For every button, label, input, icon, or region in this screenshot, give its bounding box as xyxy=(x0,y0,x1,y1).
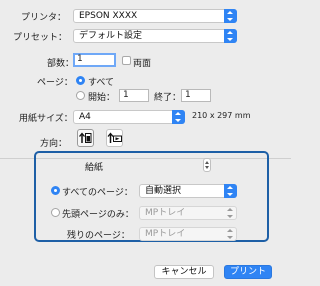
printer-select[interactable]: EPSON XXXX xyxy=(73,9,237,23)
orientation-portrait-button[interactable] xyxy=(77,129,94,147)
printer-value: EPSON XXXX xyxy=(79,11,138,21)
print-button[interactable]: プリント xyxy=(224,265,272,279)
feed-first-page-select[interactable]: MPトレイ xyxy=(139,206,237,220)
chevron-updown-icon xyxy=(224,184,237,198)
preset-value: デフォルト設定 xyxy=(79,31,143,41)
feed-first-page-radio[interactable] xyxy=(51,208,60,217)
feed-remaining-value: MPトレイ xyxy=(145,229,186,239)
paper-size-label: 用紙サイズ： xyxy=(19,114,73,124)
pages-range-radio[interactable] xyxy=(76,91,85,100)
copies-label: 部数： xyxy=(47,59,75,69)
pages-to-label: 終了： xyxy=(154,93,182,103)
chevron-updown-icon xyxy=(224,206,237,220)
chevron-updown-icon xyxy=(224,227,237,241)
feed-all-pages-select[interactable]: 自動選択 xyxy=(139,184,237,198)
orientation-landscape-button[interactable] xyxy=(106,129,123,147)
paper-dimensions: 210 x 297 mm xyxy=(192,111,251,120)
chevron-updown-icon xyxy=(224,29,237,43)
feed-all-pages-value: 自動選択 xyxy=(145,186,182,196)
pages-all-label: すべて xyxy=(88,78,115,88)
paper-size-select[interactable]: A4 xyxy=(73,110,185,124)
printer-label: プリンタ： xyxy=(21,13,67,23)
duplex-checkbox[interactable] xyxy=(122,56,131,65)
paper-size-value: A4 xyxy=(79,112,91,122)
duplex-label: 両面 xyxy=(133,59,152,69)
feed-first-page-label: 先頭ページのみ： xyxy=(62,210,134,220)
preset-select[interactable]: デフォルト設定 xyxy=(73,29,237,43)
feed-first-page-value: MPトレイ xyxy=(145,208,186,218)
feed-all-pages-label: すべてのページ： xyxy=(62,188,133,198)
preset-label: プリセット： xyxy=(13,33,68,43)
pages-to-field[interactable]: 1 xyxy=(181,89,211,102)
portrait-orientation-icon xyxy=(79,132,92,143)
feed-remaining-label: 残りのページ： xyxy=(67,231,130,241)
pages-from-field[interactable]: 1 xyxy=(119,89,149,102)
pages-all-radio[interactable] xyxy=(76,76,85,85)
orientation-label: 方向： xyxy=(40,139,68,149)
cancel-button[interactable]: キャンセル xyxy=(154,265,214,279)
feed-all-pages-radio[interactable] xyxy=(51,186,60,195)
copies-field[interactable]: 1 xyxy=(73,53,116,67)
feed-remaining-select[interactable]: MPトレイ xyxy=(139,227,237,241)
pages-label: ページ： xyxy=(37,78,73,88)
pages-from-label: 開始： xyxy=(88,93,116,103)
chevron-updown-icon xyxy=(224,9,237,23)
chevron-updown-icon xyxy=(172,110,185,124)
landscape-orientation-icon xyxy=(107,132,122,143)
